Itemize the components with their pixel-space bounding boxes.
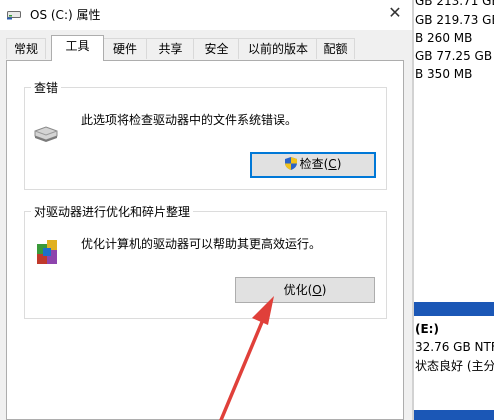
tab-tools[interactable]: 工具 (51, 35, 104, 61)
annotation-arrow (219, 296, 274, 420)
